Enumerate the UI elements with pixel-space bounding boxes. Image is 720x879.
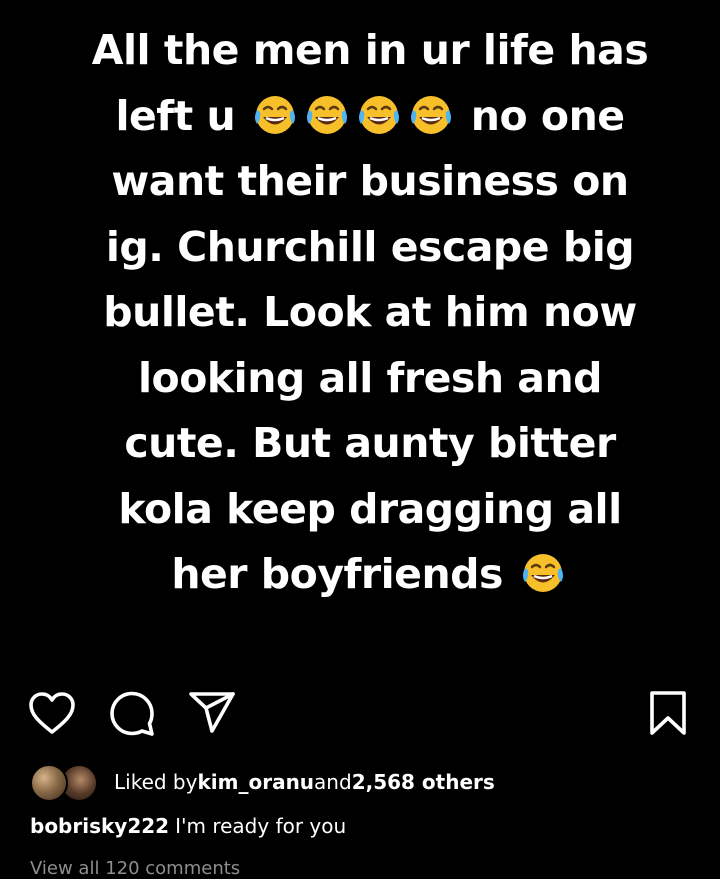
story-line-text: cute. But aunty bitter [124,419,616,467]
share-button[interactable] [187,688,237,738]
story-line-text: left u [115,91,236,140]
like-button[interactable] [27,688,77,738]
caption-text: I'm ready for you [175,814,347,838]
story-line: kola keep dragging all [60,477,680,543]
story-line: want their business on [60,149,680,215]
story-line-text: her boyfriends [171,550,503,598]
likes-prefix: Liked by [114,770,198,794]
story-line: ig. Churchill escape big [60,215,680,281]
avatar [30,764,68,802]
bookmark-icon [650,691,686,735]
story-text: All the men in ur life has left u no one w… [60,18,680,608]
caption-username[interactable]: bobrisky222 [30,814,169,838]
liker-username[interactable]: kim_oranu [197,770,314,794]
face-with-tears-of-joy-icon [410,95,451,134]
save-button[interactable] [643,688,693,738]
face-with-tears-of-joy-icon [522,554,563,592]
story-line-text: no one [470,91,625,140]
face-with-tears-of-joy-icon [358,95,399,134]
story-line: cute. But aunty bitter [60,411,680,477]
story-line-text: ig. Churchill escape big [105,222,635,271]
likes-count[interactable]: 2,568 others [352,770,495,794]
comment-bubble-icon [110,691,154,736]
likes-summary[interactable]: Liked by kim_oranu and 2,568 others [30,762,495,802]
caption: bobrisky222 I'm ready for you [30,814,346,838]
action-bar [0,688,720,738]
story-line-text: All the men in ur life has [91,26,649,74]
heart-icon [29,692,75,734]
story-line-text: looking all fresh and [137,353,603,402]
liker-avatars [30,762,104,802]
story-line: bullet. Look at him now [60,280,680,346]
story-line-text: want their business on [111,157,629,205]
story-line-text: kola keep dragging all [118,484,622,533]
story-line: looking all fresh and [60,346,680,412]
face-with-tears-of-joy-icon [254,95,295,134]
story-line: All the men in ur life has [60,18,680,84]
face-with-tears-of-joy-icon [306,95,347,134]
story-line-text: bullet. Look at him now [103,288,637,336]
paper-plane-icon [189,692,235,733]
comment-button[interactable] [107,688,157,738]
likes-middle: and [314,770,352,794]
story-line: left u no one [60,84,680,150]
story-line: her boyfriends [60,542,680,608]
